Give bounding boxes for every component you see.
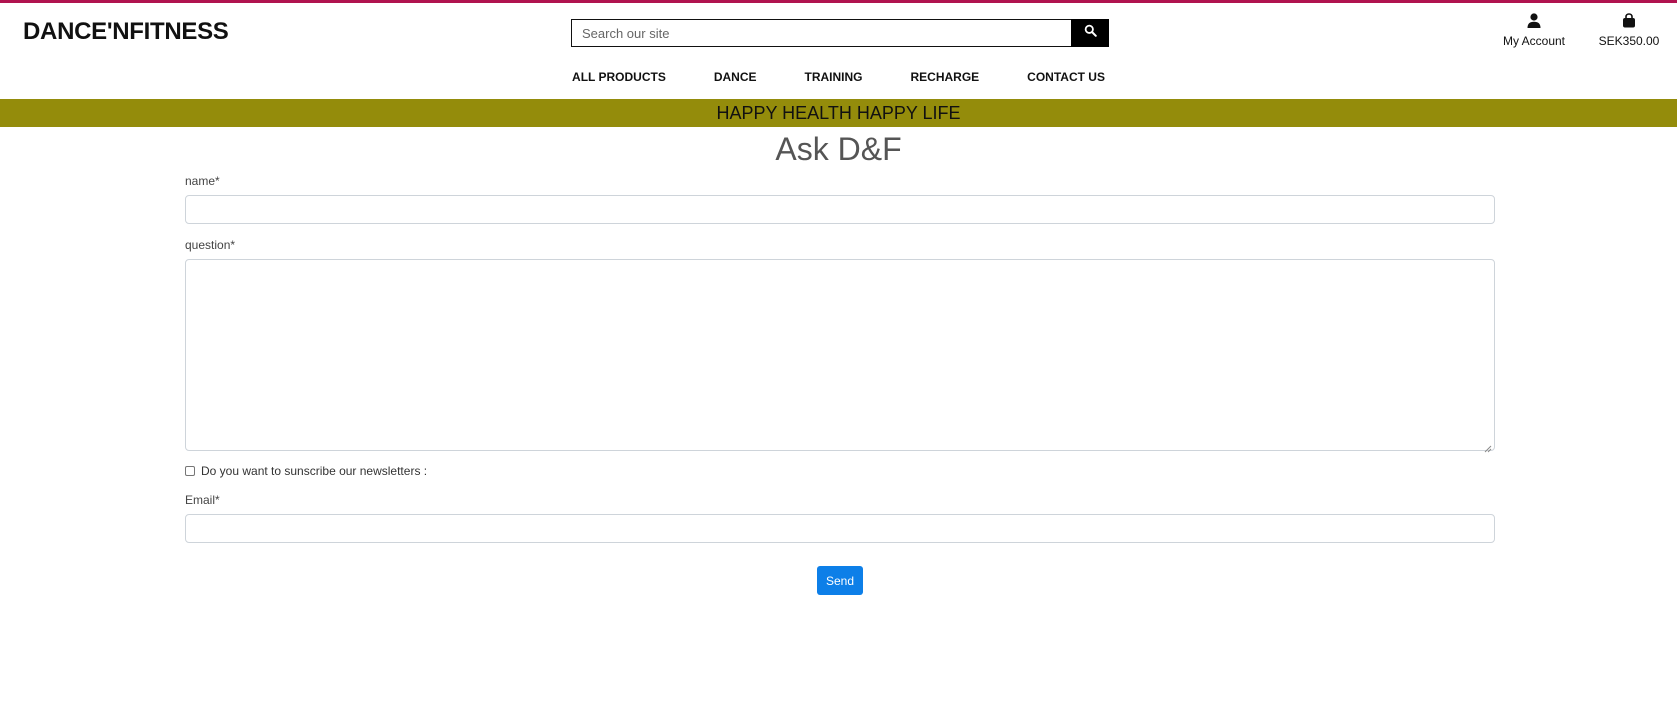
shopping-bag-icon bbox=[1622, 13, 1636, 33]
nav-training[interactable]: TRAINING bbox=[805, 70, 863, 84]
resize-handle-icon[interactable] bbox=[1484, 440, 1492, 453]
email-field[interactable] bbox=[185, 514, 1495, 543]
user-icon bbox=[1527, 13, 1541, 33]
bag-total: SEK350.00 bbox=[1598, 34, 1660, 48]
main-nav: ALL PRODUCTS DANCE TRAINING RECHARGE CON… bbox=[0, 70, 1677, 84]
newsletter-checkbox[interactable] bbox=[185, 466, 195, 476]
my-account-label: My Account bbox=[1502, 34, 1566, 48]
newsletter-label: Do you want to sunscribe our newsletters… bbox=[201, 464, 428, 478]
name-label: name* bbox=[185, 174, 220, 188]
page-title: Ask D&F bbox=[775, 131, 902, 167]
search-input[interactable] bbox=[571, 19, 1071, 47]
my-account-link[interactable]: My Account bbox=[1497, 13, 1571, 48]
ask-form: name* question* Do you want to sunscribe… bbox=[185, 174, 1495, 543]
site-logo[interactable]: DANCE'NFITNESS bbox=[23, 18, 229, 46]
nav-contact-us[interactable]: CONTACT US bbox=[1027, 70, 1105, 84]
name-field[interactable] bbox=[185, 195, 1495, 224]
question-textarea[interactable] bbox=[185, 259, 1495, 453]
promo-banner: HAPPY HEALTH HAPPY LIFE bbox=[0, 99, 1677, 127]
search-button[interactable] bbox=[1071, 19, 1109, 47]
search-bar bbox=[571, 19, 1109, 47]
top-accent-strip bbox=[0, 0, 1677, 3]
question-label: question* bbox=[185, 238, 236, 252]
nav-recharge[interactable]: RECHARGE bbox=[911, 70, 980, 84]
nav-dance[interactable]: DANCE bbox=[714, 70, 757, 84]
nav-all-products[interactable]: ALL PRODUCTS bbox=[572, 70, 666, 84]
email-label: Email* bbox=[185, 493, 220, 507]
send-button[interactable]: Send bbox=[817, 566, 863, 595]
newsletter-row: Do you want to sunscribe our newsletters… bbox=[185, 464, 1495, 478]
search-icon bbox=[1084, 24, 1097, 42]
shopping-bag-link[interactable]: SEK350.00 bbox=[1592, 13, 1666, 48]
